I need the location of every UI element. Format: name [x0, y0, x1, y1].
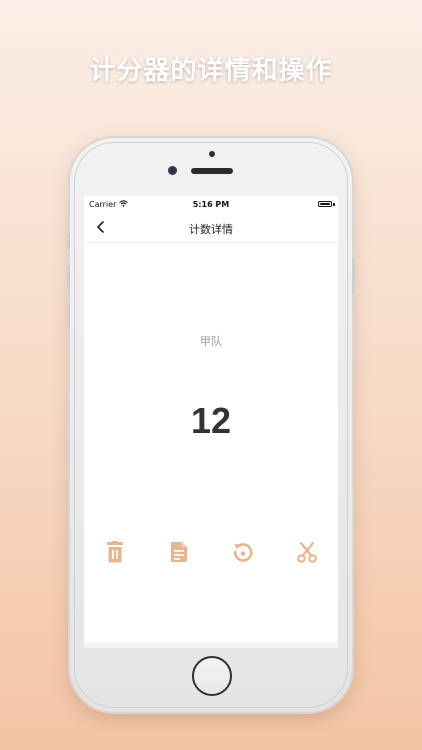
home-button[interactable] [192, 656, 232, 696]
scissors-icon [296, 541, 318, 567]
page-title: 计数详情 [189, 223, 233, 236]
proximity-sensor [209, 151, 215, 157]
power-button [352, 258, 355, 294]
team-name: 甲队 [200, 335, 222, 348]
battery-tip [333, 203, 335, 206]
trash-icon [105, 541, 125, 567]
delete-button[interactable] [102, 541, 128, 567]
status-time: 5:16 PM [192, 200, 230, 209]
status-bar: Carrier 5:16 PM [84, 196, 338, 214]
earpiece-speaker [191, 168, 233, 174]
reset-icon [232, 541, 254, 567]
action-toolbar [84, 541, 338, 571]
volume-down-button [67, 302, 70, 330]
battery-icon [318, 201, 332, 207]
reset-button[interactable] [230, 541, 256, 567]
volume-up-button [67, 266, 70, 294]
count-value: 12 [190, 400, 232, 441]
record-button[interactable] [166, 541, 192, 567]
cut-button[interactable] [294, 541, 320, 567]
mute-switch [67, 234, 70, 250]
navigation-bar: 计数详情 [84, 214, 338, 243]
app-screen: Carrier 5:16 PM 计数详情 甲队 12 [84, 196, 338, 648]
promo-headline: 计分器的详情和操作 [89, 56, 333, 86]
phone-frame: Carrier 5:16 PM 计数详情 甲队 12 [67, 138, 355, 712]
screen-bottom-band [84, 642, 338, 648]
document-icon [169, 541, 189, 567]
front-camera [168, 166, 177, 175]
